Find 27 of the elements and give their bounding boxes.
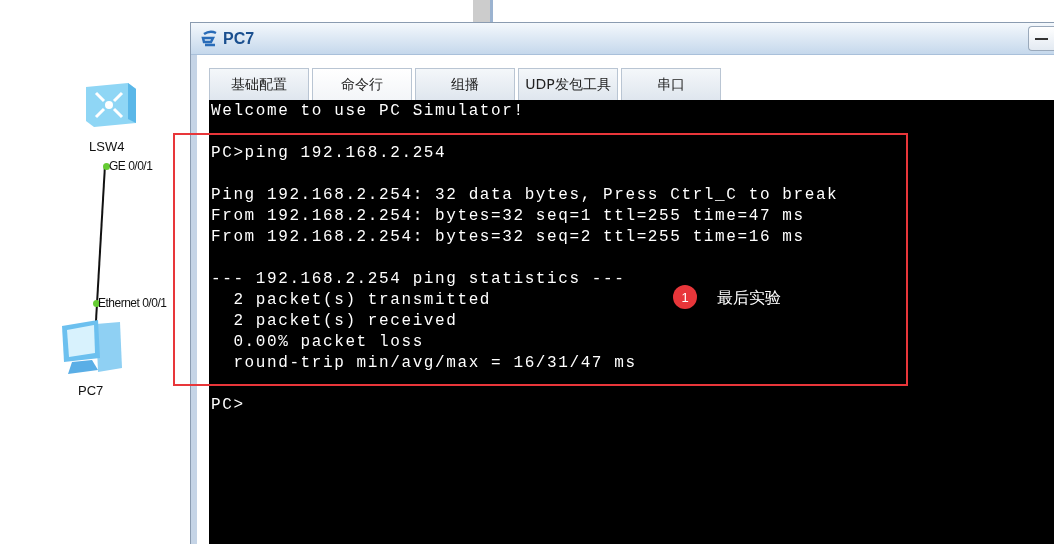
device-label: PC7 [78,383,104,398]
annotation-note: 最后实验 [717,288,781,309]
terminal-line: Welcome to use PC Simulator! [211,101,525,122]
tab[interactable]: 基础配置 [209,68,309,100]
terminal-line: From 192.168.2.254: bytes=32 seq=2 ttl=255 time=16 ms [211,227,805,248]
port-dot [103,163,110,170]
tab[interactable]: UDP发包工具 [518,68,618,100]
terminal-line: 0.00% packet loss [232,332,424,353]
terminal-line: 2 packet(s) received [232,311,458,332]
terminal-line: --- 192.168.2.254 ping statistics --- [211,269,626,290]
window-title: PC7 [223,29,255,48]
tab[interactable]: 命令行 [312,68,412,100]
terminal-line: From 192.168.2.254: bytes=32 seq=1 ttl=255 time=47 ms [211,206,805,227]
port-label: GE 0/0/1 [109,159,153,173]
tab[interactable]: 组播 [415,68,515,100]
scrollbar[interactable] [473,0,493,22]
tab[interactable]: 串口 [621,68,721,100]
terminal-line: Ping 192.168.2.254: 32 data bytes, Press Ctrl_C to break [211,185,839,206]
terminal-line: 2 packet(s) transmitted [232,290,492,311]
minimize-button[interactable] [1028,26,1054,51]
terminal-line: PC> [211,395,245,416]
terminal-line: round-trip min/avg/max = 16/31/47 ms [232,353,637,374]
port-label: Ethernet 0/0/1 [98,296,167,310]
port-dot [93,300,100,307]
terminal-line: PC>ping 192.168.2.254 [211,143,447,164]
app-icon [201,29,219,48]
device-label: LSW4 [89,139,125,154]
